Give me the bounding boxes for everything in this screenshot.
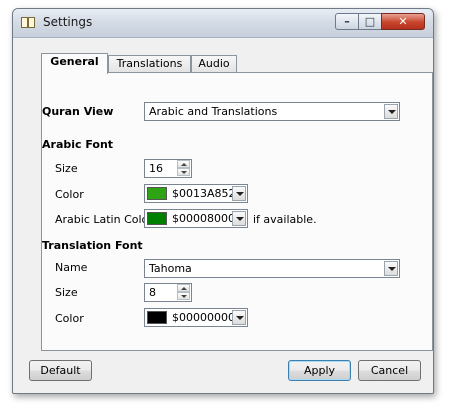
tab-audio[interactable]: Audio bbox=[191, 55, 237, 73]
arabic-color-label: Color bbox=[55, 188, 84, 201]
minimize-button[interactable]: – bbox=[335, 13, 359, 30]
close-icon: ✕ bbox=[398, 15, 408, 28]
apply-button-label: Apply bbox=[303, 364, 336, 377]
translation-color-value: $00000000 bbox=[172, 311, 235, 324]
title-bar[interactable]: Settings – □ ✕ bbox=[13, 9, 433, 38]
translation-color-label: Color bbox=[55, 312, 84, 325]
chevron-down-icon[interactable] bbox=[232, 186, 246, 201]
default-button[interactable]: Default bbox=[29, 360, 92, 381]
translation-font-value: Tahoma bbox=[149, 262, 192, 275]
window-title: Settings bbox=[43, 15, 93, 29]
minimize-icon: – bbox=[344, 15, 350, 28]
quran-view-value: Arabic and Translations bbox=[149, 105, 278, 118]
maximize-icon: □ bbox=[364, 15, 376, 28]
translation-font-heading: Translation Font bbox=[42, 239, 143, 252]
translation-font-dropdown[interactable]: Tahoma bbox=[144, 259, 400, 278]
tab-general[interactable]: General bbox=[41, 53, 108, 74]
arabic-color-picker[interactable]: $0013A852 bbox=[144, 184, 248, 203]
close-button[interactable]: ✕ bbox=[381, 13, 425, 30]
arabic-font-heading: Arabic Font bbox=[42, 138, 114, 151]
arabic-color-swatch bbox=[147, 187, 167, 200]
book-icon bbox=[21, 17, 35, 28]
translation-size-stepper[interactable]: 8 bbox=[144, 283, 192, 302]
arabic-size-label: Size bbox=[55, 162, 78, 175]
translation-size-value: 8 bbox=[149, 286, 156, 299]
if-available-label: if available. bbox=[253, 213, 317, 226]
maximize-button[interactable]: □ bbox=[358, 13, 382, 30]
arabic-size-stepper[interactable]: 16 bbox=[144, 159, 192, 178]
quran-view-dropdown[interactable]: Arabic and Translations bbox=[144, 102, 400, 121]
chevron-down-icon[interactable] bbox=[232, 211, 246, 226]
cancel-button[interactable]: Cancel bbox=[358, 360, 421, 381]
spin-down-icon[interactable] bbox=[177, 292, 190, 300]
arabic-size-value: 16 bbox=[149, 162, 163, 175]
arabic-latin-color-picker[interactable]: $00008000 bbox=[144, 209, 248, 228]
chevron-down-icon[interactable] bbox=[384, 104, 398, 119]
translation-name-label: Name bbox=[55, 261, 88, 274]
apply-button[interactable]: Apply bbox=[288, 360, 351, 381]
chevron-down-icon[interactable] bbox=[232, 310, 246, 325]
spin-up-icon[interactable] bbox=[177, 160, 190, 168]
translation-size-label: Size bbox=[55, 286, 78, 299]
spin-up-icon[interactable] bbox=[177, 284, 190, 292]
spin-down-icon[interactable] bbox=[177, 168, 190, 176]
general-panel: Quran View Arabic and Translations Arabi… bbox=[41, 72, 433, 351]
arabic-latin-color-value: $00008000 bbox=[172, 212, 235, 225]
quran-view-label: Quran View bbox=[42, 105, 114, 118]
cancel-button-label: Cancel bbox=[370, 364, 409, 377]
settings-window: Settings – □ ✕ General Translations Audi… bbox=[12, 8, 434, 394]
translation-color-swatch bbox=[147, 311, 167, 324]
translation-color-picker[interactable]: $00000000 bbox=[144, 308, 248, 327]
arabic-latin-color-swatch bbox=[147, 212, 167, 225]
chevron-down-icon[interactable] bbox=[384, 261, 398, 276]
default-button-label: Default bbox=[40, 364, 81, 377]
tab-translations[interactable]: Translations bbox=[108, 55, 191, 73]
arabic-color-value: $0013A852 bbox=[172, 187, 236, 200]
arabic-latin-color-label: Arabic Latin Color bbox=[55, 213, 153, 226]
